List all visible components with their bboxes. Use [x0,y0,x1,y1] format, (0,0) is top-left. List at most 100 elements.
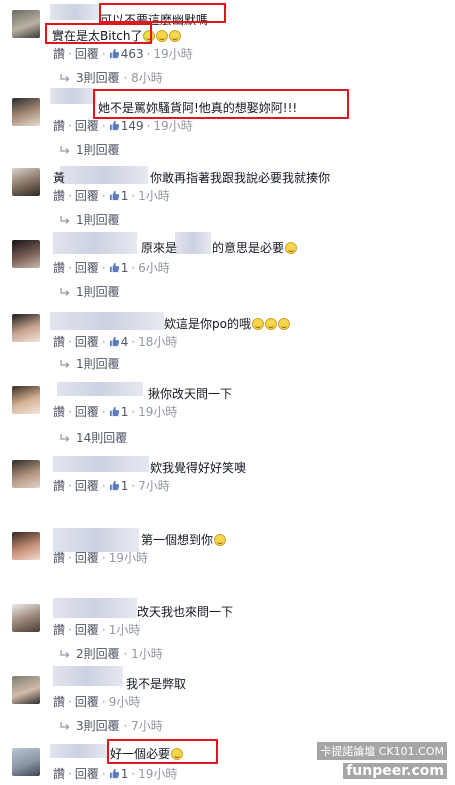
separator: · [101,47,106,61]
thumbs-up-icon [109,405,120,417]
reply-link[interactable]: 回覆 [75,189,99,203]
comment-text-line: 欸我覺得好好笑噢 [150,461,247,475]
reply-link[interactable]: 回覆 [75,767,99,781]
view-replies-link[interactable]: 1則回覆 [60,356,120,372]
avatar[interactable] [12,460,40,488]
comment-actions: 讚 · 回覆 · 1 · 6小時 [53,260,170,276]
like-count-value: 463 [120,47,144,61]
avatar[interactable] [12,386,40,414]
reply-link[interactable]: 回覆 [75,335,99,349]
comment-timestamp[interactable]: 19小時 [153,119,192,133]
comment-timestamp[interactable]: 19小時 [138,405,177,419]
separator: · [131,405,136,419]
separator: · [146,47,151,61]
watermark-line1: 卡提諾論壇 CK101.COM [317,742,447,760]
reply-count: 3則回覆 [76,719,120,733]
comment-timestamp[interactable]: 19小時 [153,47,192,61]
separator: · [68,189,72,203]
reply-link[interactable]: 回覆 [75,405,99,419]
like-link[interactable]: 讚 [53,551,65,565]
reply-timestamp: 8小時 [131,71,163,85]
view-replies-link[interactable]: 3則回覆 · 8小時 [60,70,163,86]
comment-timestamp[interactable]: 9小時 [109,695,141,709]
like-link[interactable]: 讚 [53,47,65,61]
reply-link[interactable]: 回覆 [75,623,99,637]
like-link[interactable]: 讚 [53,405,65,419]
comment-timestamp[interactable]: 7小時 [138,479,170,493]
separator: · [119,71,132,85]
like-count[interactable]: 1 [109,479,128,493]
separator: · [68,261,72,275]
like-count[interactable]: 149 [109,119,144,133]
like-link[interactable]: 讚 [53,189,65,203]
avatar[interactable] [12,676,40,704]
thumbs-up-icon [109,189,120,201]
comment-text-line: 改天我也來問一下 [137,605,234,619]
comment-timestamp[interactable]: 19小時 [109,551,148,565]
avatar[interactable] [12,604,40,632]
separator: · [101,767,106,781]
blurred-commenter-name [175,232,211,254]
comment-timestamp[interactable]: 18小時 [138,335,177,349]
view-replies-link[interactable]: 1則回覆 [60,142,120,158]
avatar[interactable] [12,98,40,126]
avatar[interactable] [12,168,40,196]
view-replies-link[interactable]: 1則回覆 [60,212,120,228]
like-count[interactable]: 1 [109,767,128,781]
separator: · [68,47,72,61]
reply-arrow-icon [60,647,70,658]
like-link[interactable]: 讚 [53,119,65,133]
comment-actions: 讚 · 回覆 · 19小時 [53,550,148,566]
like-link[interactable]: 讚 [53,335,65,349]
reply-link[interactable]: 回覆 [75,47,99,61]
comment-timestamp[interactable]: 19小時 [138,767,177,781]
reply-link[interactable]: 回覆 [75,695,99,709]
separator: · [131,189,136,203]
reply-link[interactable]: 回覆 [75,479,99,493]
like-count[interactable]: 1 [109,261,128,275]
reply-link[interactable]: 回覆 [75,261,99,275]
grinning-emoji-icon [169,30,182,42]
view-replies-link[interactable]: 14則回覆 [60,430,127,446]
like-count[interactable]: 4 [109,335,128,349]
grinning-emoji-icon [264,318,277,330]
comment-timestamp[interactable]: 1小時 [138,189,170,203]
thumbs-up-icon [109,47,120,59]
reply-arrow-icon [60,357,70,368]
blurred-commenter-name [50,4,100,20]
blurred-commenter-name [53,666,123,686]
avatar[interactable] [12,748,40,776]
commenter-name-prefix[interactable]: 黃 [53,170,65,186]
reply-count: 2則回覆 [76,647,120,661]
avatar[interactable] [12,532,40,560]
separator: · [68,405,72,419]
reply-link[interactable]: 回覆 [75,119,99,133]
avatar[interactable] [12,240,40,268]
comment-text-line: 揪你改天問一下 [148,387,233,401]
separator: · [68,623,72,637]
reply-link[interactable]: 回覆 [75,551,99,565]
like-link[interactable]: 讚 [53,479,65,493]
view-replies-link[interactable]: 2則回覆 · 1小時 [60,646,163,662]
like-count[interactable]: 463 [109,47,144,61]
blurred-commenter-name [53,598,137,618]
avatar[interactable] [12,10,40,38]
like-link[interactable]: 讚 [53,767,65,781]
like-count[interactable]: 1 [109,405,128,419]
reply-count: 3則回覆 [76,71,120,85]
separator: · [119,719,132,733]
comment-actions: 讚 · 回覆 · 9小時 [53,694,140,710]
view-replies-link[interactable]: 1則回覆 [60,284,120,300]
thumbs-up-icon [109,479,120,491]
comment-timestamp[interactable]: 1小時 [109,623,141,637]
like-count[interactable]: 1 [109,189,128,203]
reply-arrow-icon [60,431,70,442]
comment-text: 改天我也來問一下 [137,604,233,620]
like-link[interactable]: 讚 [53,623,65,637]
comment-timestamp[interactable]: 6小時 [138,261,170,275]
like-link[interactable]: 讚 [53,261,65,275]
like-link[interactable]: 讚 [53,695,65,709]
avatar[interactable] [12,314,40,342]
separator: · [68,695,72,709]
view-replies-link[interactable]: 3則回覆 · 7小時 [60,718,163,734]
